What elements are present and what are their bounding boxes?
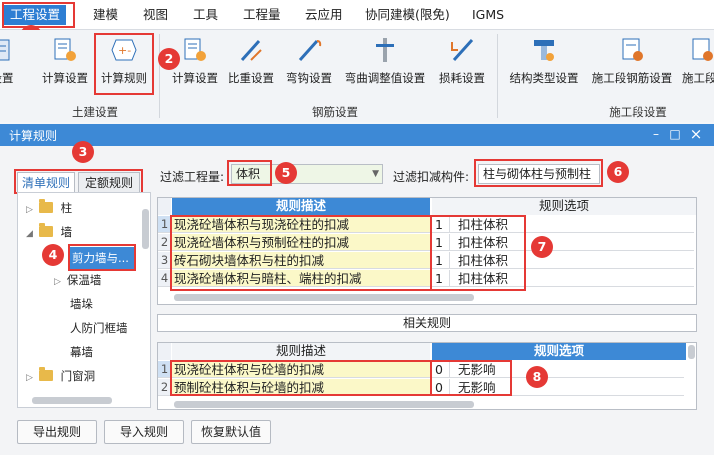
tree-item-wall-pier[interactable]: 墙垛	[70, 293, 93, 315]
calc-rules-dialog: 计算规则 – □ × 3 清单规则 定额规则 ▷ 柱 ◢ 墙 剪力墙与... ▷…	[0, 124, 714, 455]
menu-view[interactable]: 视图	[143, 5, 168, 25]
stage-rebar-icon	[692, 38, 713, 61]
hook-settings-icon	[298, 39, 322, 62]
grid-corner	[158, 343, 171, 360]
step-badge-2: 2	[158, 48, 180, 70]
menu-igms[interactable]: IGMS	[472, 5, 504, 25]
highlight-box-5	[227, 160, 272, 186]
menu-modeling[interactable]: 建模	[93, 5, 118, 25]
rule-tree: ▷ 柱 ◢ 墙 剪力墙与... ▷ 保温墙 墙垛 人防门框墙 幕墙 ▷ 门窗洞	[17, 192, 151, 408]
calc-settings-icon	[54, 38, 76, 61]
highlight-box-6	[474, 159, 603, 187]
tree-item-door-window[interactable]: ▷ 门窗洞	[26, 365, 95, 387]
ribbon-button-structure-type[interactable]: 结构类型设置	[505, 32, 583, 98]
filter-member-label: 过滤扣减构件:	[393, 170, 470, 184]
related-hscrollbar[interactable]	[174, 401, 474, 408]
ribbon-button-stage-rebar[interactable]: 施工段钢筋设置	[586, 32, 678, 98]
related-header-option[interactable]: 规则选项	[432, 343, 686, 360]
menu-collab[interactable]: 协同建模(限免)	[365, 5, 450, 25]
ribbon-button-settings-partial[interactable]: 设置	[0, 32, 22, 98]
ribbon-button-stage-partial[interactable]: 施工段	[682, 32, 714, 98]
ribbon-button-bend-adjust[interactable]: 弯曲调整值设置	[340, 32, 430, 98]
tree-item-wall[interactable]: ◢ 墙	[26, 221, 72, 243]
highlight-box-8b	[430, 360, 512, 396]
dropdown-arrow-icon[interactable]: ▼	[372, 165, 379, 183]
group-label-rebar: 钢筋设置	[312, 105, 358, 119]
menu-tools[interactable]: 工具	[193, 5, 218, 25]
restore-default-button[interactable]: 恢复默认值	[191, 420, 271, 444]
step-badge-7: 7	[531, 236, 553, 258]
dialog-titlebar: 计算规则 – □ ×	[0, 124, 714, 146]
tree-item-curtain-wall[interactable]: 幕墙	[70, 341, 93, 363]
import-rules-button[interactable]: 导入规则	[104, 420, 184, 444]
menu-bar: 工程设置 建模 视图 工具 工程量 云应用 协同建模(限免) IGMS	[0, 0, 714, 30]
related-rules-label: 相关规则	[157, 314, 697, 332]
highlight-box-2	[94, 33, 154, 95]
folder-icon	[38, 367, 53, 381]
close-icon[interactable]: ×	[687, 125, 705, 143]
ribbon-button-calc-settings[interactable]: 计算设置	[38, 32, 92, 98]
menu-cloud[interactable]: 云应用	[305, 5, 343, 25]
weight-settings-icon	[240, 39, 262, 62]
settings-icon	[0, 39, 10, 61]
bend-adjust-icon	[376, 38, 394, 62]
tree-vscrollbar[interactable]	[142, 209, 149, 249]
step-badge-5: 5	[275, 162, 297, 184]
group-label-stage: 施工段设置	[609, 105, 667, 119]
stage-rebar-icon	[622, 38, 643, 61]
column-header-option[interactable]: 规则选项	[432, 198, 696, 215]
tree-item-civil-defense-frame[interactable]: 人防门框墙	[70, 317, 128, 339]
rules-hscrollbar[interactable]	[174, 294, 474, 301]
calc-settings-icon	[184, 38, 206, 61]
structure-type-icon	[534, 40, 554, 61]
folder-icon	[38, 199, 53, 213]
tree-item-column[interactable]: ▷ 柱	[26, 197, 72, 219]
step-badge-4: 4	[42, 244, 64, 266]
export-rules-button[interactable]: 导出规则	[17, 420, 97, 444]
highlight-box-3	[14, 169, 143, 194]
highlight-box-7a	[170, 215, 432, 291]
highlight-box-1	[2, 2, 75, 28]
step-badge-6: 6	[607, 161, 629, 183]
ribbon-separator	[159, 34, 160, 118]
highlight-box-4	[68, 244, 136, 271]
maximize-icon[interactable]: □	[666, 125, 684, 143]
loss-settings-icon	[451, 38, 474, 62]
filter-quantity-label: 过滤工程量:	[160, 170, 225, 184]
ribbon-button-loss-settings[interactable]: 损耗设置	[434, 32, 490, 98]
ribbon-button-hook-settings[interactable]: 弯钩设置	[282, 32, 336, 98]
ribbon-button-weight-settings[interactable]: 比重设置	[224, 32, 278, 98]
step-badge-3: 3	[72, 141, 94, 163]
group-label-civil: 土建设置	[72, 105, 118, 119]
grid-corner	[158, 198, 171, 215]
dialog-title: 计算规则	[9, 129, 58, 143]
ribbon-separator	[497, 34, 498, 118]
related-vscrollbar[interactable]	[688, 345, 695, 359]
highlight-box-7b	[430, 215, 526, 291]
tree-item-insulation-wall[interactable]: ▷ 保温墙	[54, 269, 101, 291]
minimize-icon[interactable]: –	[647, 125, 665, 143]
expand-icon[interactable]: ▷	[54, 277, 61, 287]
step-badge-8: 8	[526, 366, 548, 388]
tree-hscrollbar[interactable]	[32, 397, 112, 404]
menu-quantity[interactable]: 工程量	[243, 5, 281, 25]
folder-icon	[38, 223, 53, 237]
expand-icon[interactable]: ▷	[26, 373, 33, 383]
column-header-desc[interactable]: 规则描述	[172, 198, 430, 215]
expand-icon[interactable]: ▷	[26, 205, 33, 215]
highlight-box-8a	[170, 360, 432, 396]
collapse-icon[interactable]: ◢	[26, 229, 33, 239]
related-header-desc[interactable]: 规则描述	[172, 343, 430, 360]
